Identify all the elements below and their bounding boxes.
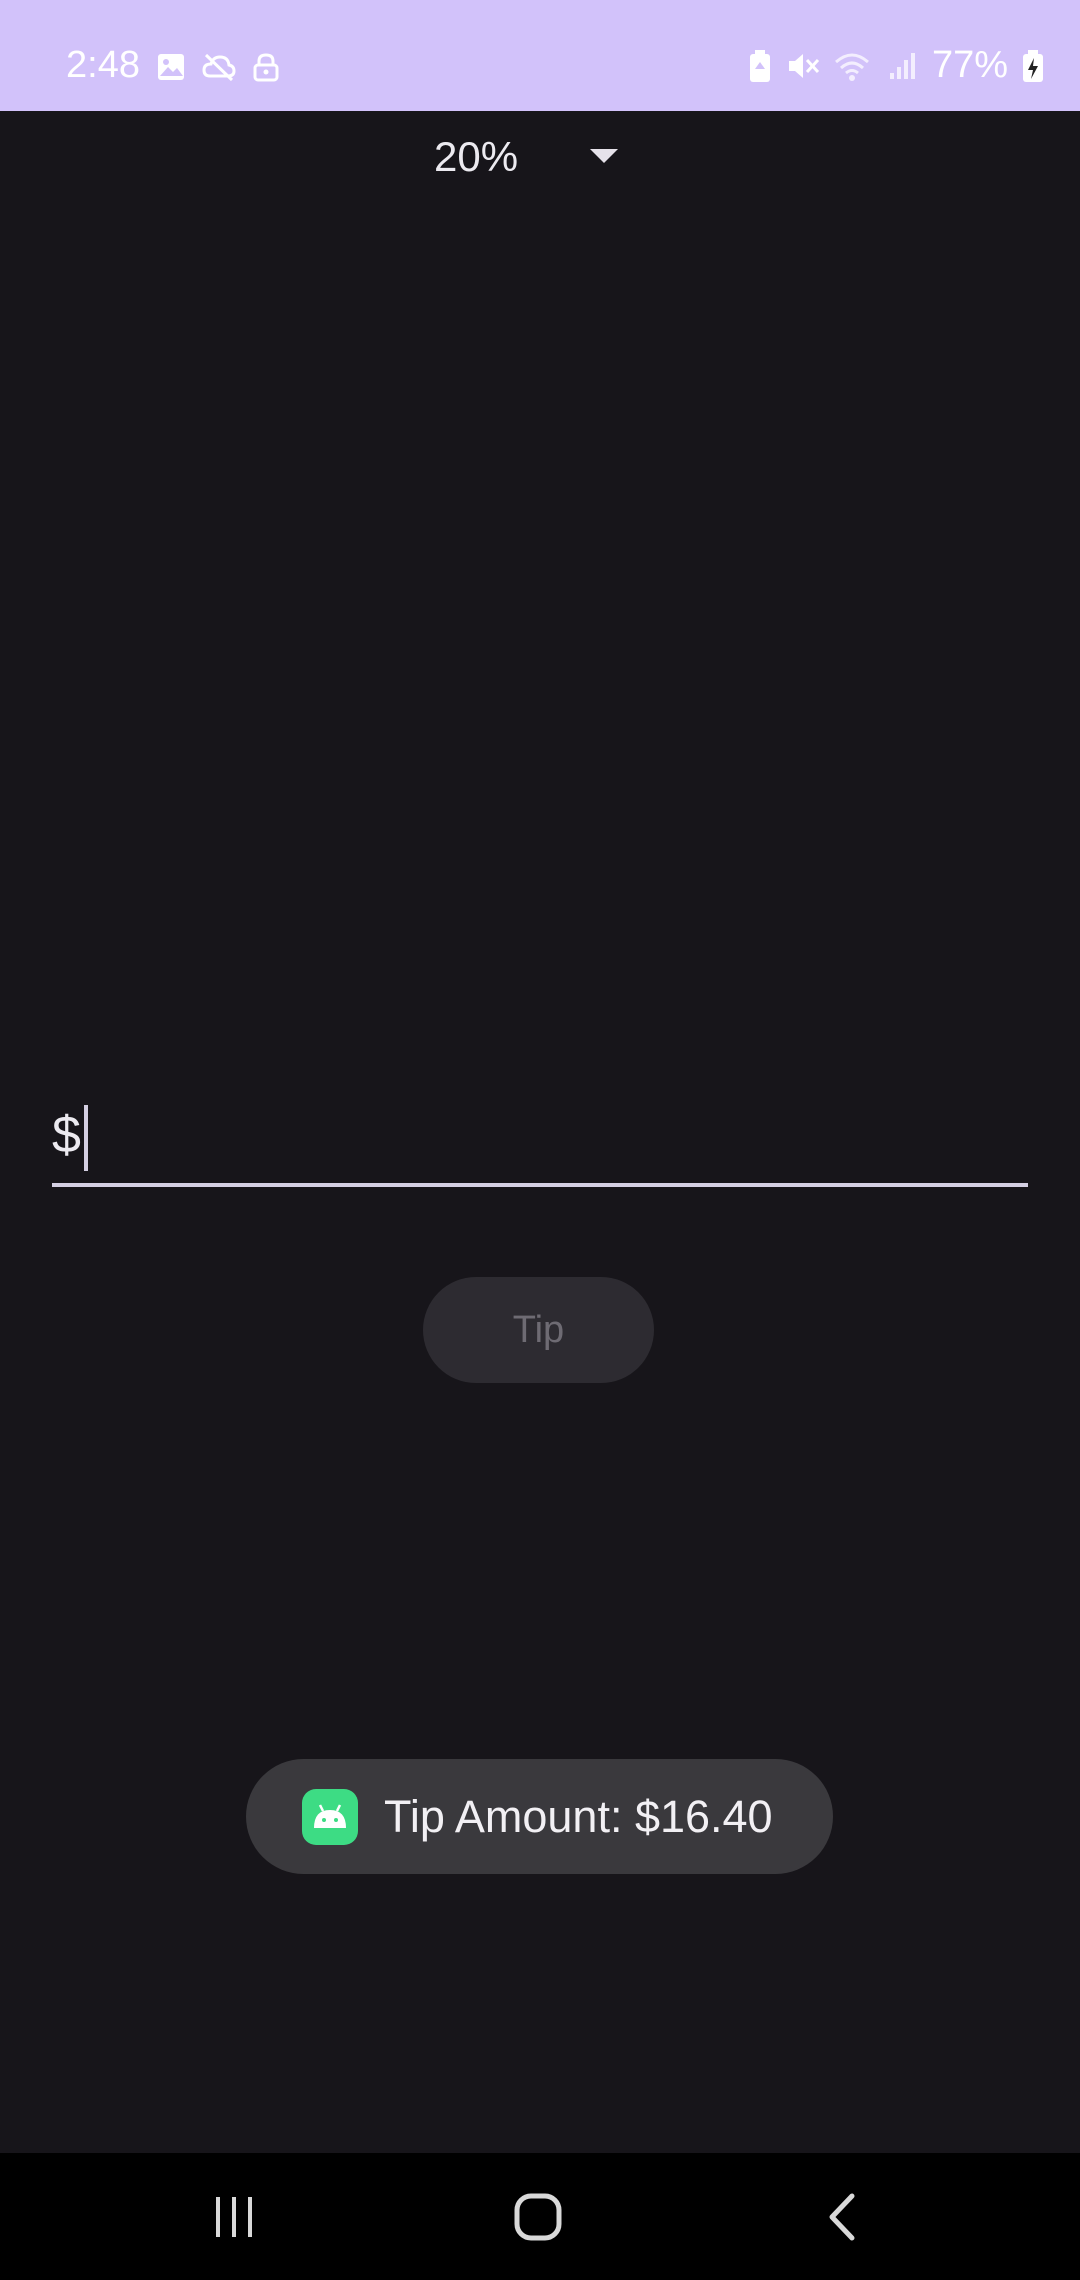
recents-icon[interactable] [190, 2179, 280, 2255]
battery-saver-icon [748, 49, 772, 83]
status-left-icons [156, 52, 280, 82]
toast-message: Tip Amount: $16.40 [246, 1759, 833, 1874]
back-icon[interactable] [796, 2179, 886, 2255]
tip-percentage-value: 20% [434, 133, 519, 180]
dropdown-arrow-icon [590, 149, 618, 163]
status-bar: 2:48 77% [0, 0, 1080, 111]
image-icon [156, 52, 186, 82]
status-time: 2:48 [66, 44, 140, 86]
battery-charging-icon [1022, 49, 1044, 83]
navigation-bar [0, 2153, 1080, 2280]
home-icon[interactable] [493, 2179, 583, 2255]
battery-percentage: 77% [931, 44, 1008, 86]
android-icon [302, 1788, 358, 1845]
tip-percentage-spinner[interactable]: 20% [434, 119, 634, 191]
signal-icon [888, 51, 918, 81]
wifi-icon [834, 50, 874, 82]
text-cursor [84, 1105, 88, 1171]
tip-button[interactable]: Tip [423, 1277, 654, 1383]
lock-icon [252, 52, 280, 82]
toast-text: Tip Amount: $16.40 [384, 1790, 773, 1842]
bill-amount-input[interactable] [82, 1101, 982, 1173]
currency-prefix: $ [52, 1106, 81, 1164]
vibrate-mute-icon [786, 50, 820, 82]
cloud-off-icon [202, 52, 236, 82]
bill-amount-field[interactable]: $ [52, 1091, 1028, 1187]
status-right-icons: 77% [748, 44, 1044, 87]
